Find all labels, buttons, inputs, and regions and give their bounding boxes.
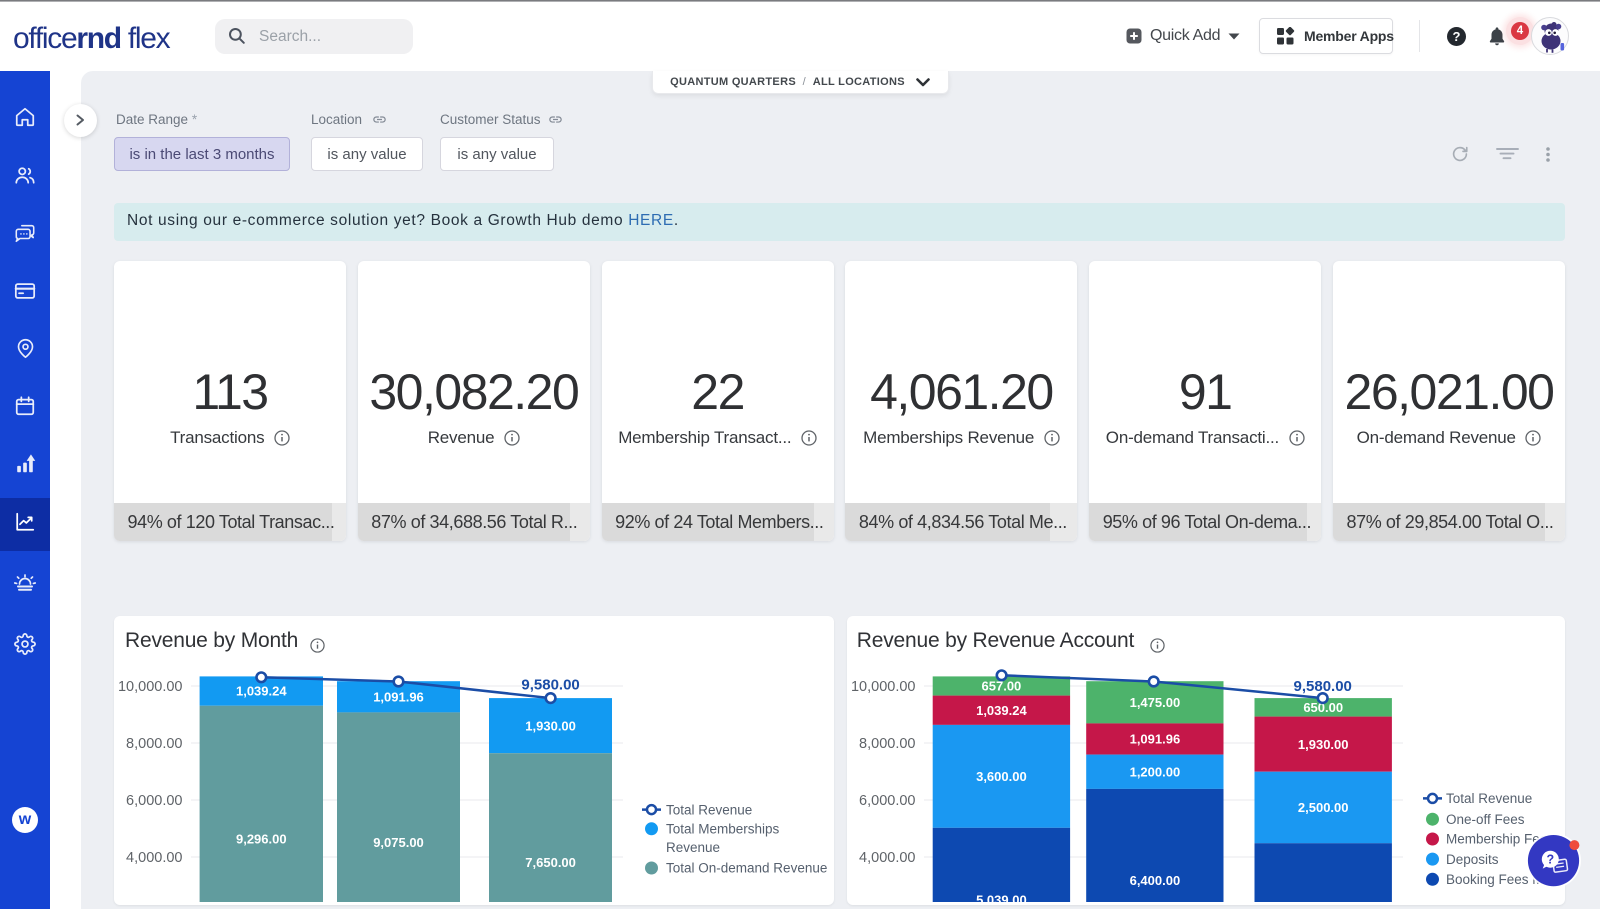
svg-text:Revenue: Revenue (666, 840, 720, 855)
svg-text:4,000.00: 4,000.00 (126, 850, 182, 866)
svg-text:8,000.00: 8,000.00 (126, 736, 182, 752)
svg-text:4,000.00: 4,000.00 (859, 850, 915, 866)
svg-text:9,580.00: 9,580.00 (521, 676, 579, 693)
svg-text:7,650.00: 7,650.00 (525, 855, 576, 870)
svg-text:2,500.00: 2,500.00 (1298, 800, 1349, 815)
svg-text:10,000.00: 10,000.00 (118, 679, 183, 695)
svg-text:9,296.00: 9,296.00 (236, 832, 287, 847)
svg-text:1,039.24: 1,039.24 (976, 703, 1027, 718)
svg-text:1,200.00: 1,200.00 (1129, 764, 1180, 779)
svg-text:6,000.00: 6,000.00 (126, 793, 182, 809)
svg-text:8,000.00: 8,000.00 (859, 736, 915, 752)
svg-text:1,091.96: 1,091.96 (1129, 732, 1180, 747)
svg-text:10,000.00: 10,000.00 (851, 679, 916, 695)
svg-text:1,039.24: 1,039.24 (236, 684, 287, 699)
svg-text:1,930.00: 1,930.00 (525, 718, 576, 733)
svg-text:One-off Fees: One-off Fees (1446, 812, 1525, 827)
svg-text:1,930.00: 1,930.00 (1298, 737, 1349, 752)
svg-text:Total On-demand Revenue: Total On-demand Revenue (666, 861, 827, 876)
svg-text:5,039.00: 5,039.00 (976, 893, 1027, 905)
svg-text:Total Revenue: Total Revenue (1446, 791, 1532, 806)
svg-text:1,091.96: 1,091.96 (373, 690, 424, 705)
svg-text:4,500.00: 4,500.00 (1298, 900, 1349, 905)
svg-text:9,580.00: 9,580.00 (1293, 678, 1351, 695)
svg-text:Total Memberships: Total Memberships (666, 822, 780, 837)
svg-text:6,000.00: 6,000.00 (859, 793, 915, 809)
svg-text:1,475.00: 1,475.00 (1129, 695, 1180, 710)
svg-text:6,400.00: 6,400.00 (1129, 873, 1180, 888)
svg-text:Total Revenue: Total Revenue (666, 802, 752, 817)
svg-text:9,075.00: 9,075.00 (373, 835, 424, 850)
svg-text:3,600.00: 3,600.00 (976, 769, 1027, 784)
svg-text:Deposits: Deposits (1446, 852, 1499, 867)
